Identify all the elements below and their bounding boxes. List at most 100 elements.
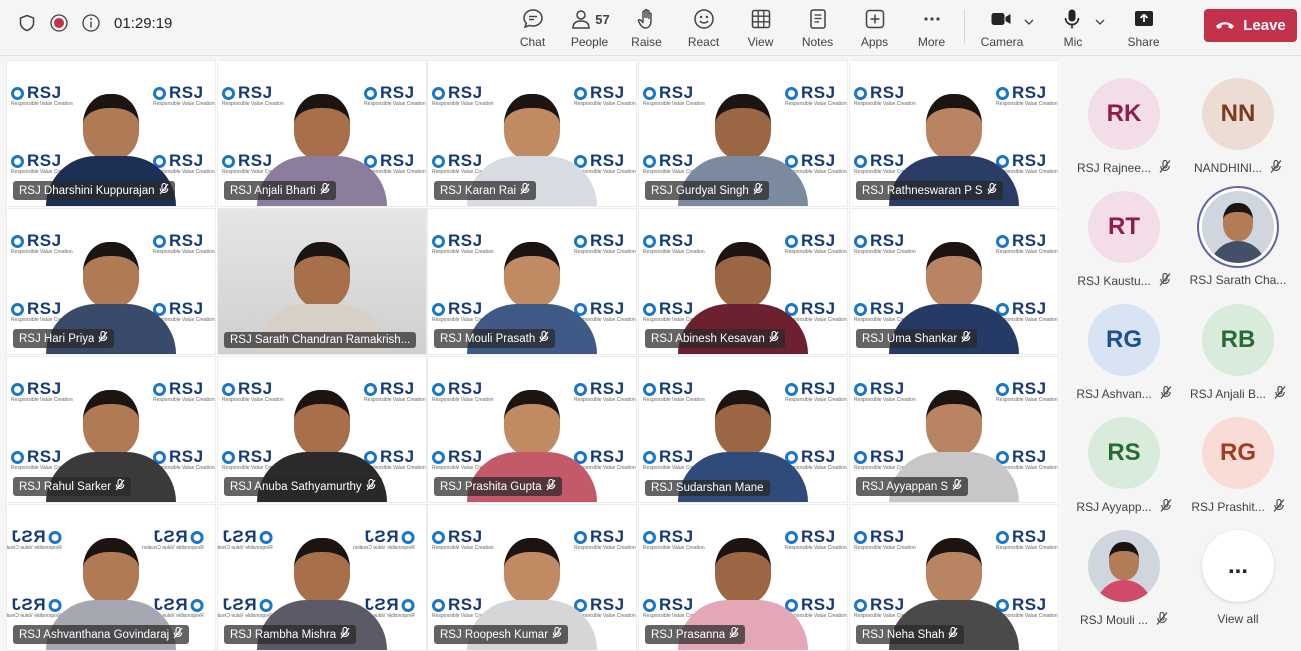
view-all-participants[interactable]: ... View all <box>1181 524 1295 636</box>
raise-label: Raise <box>631 35 662 49</box>
participant-name-label: RSJ Ayyappan S <box>856 477 969 496</box>
participant-name: RSJ Anuba Sathyamurthy <box>230 480 362 493</box>
video-tile[interactable]: RSJ Responsible Value Creation RSJ Responsi… <box>217 60 427 207</box>
react-label: React <box>687 35 720 49</box>
mic-off-icon <box>520 182 530 198</box>
video-tile[interactable]: RSJ Responsible Value Creation RSJ Responsi… <box>849 60 1059 207</box>
video-tile[interactable]: RSJ Responsible Value Creation RSJ Responsi… <box>427 60 637 207</box>
participant-name-label: RSJ Hari Priya <box>13 329 115 348</box>
mic-off-icon <box>1156 611 1168 628</box>
participant-name-label: RSJ Rathneswaran P S <box>856 181 1003 200</box>
video-tile[interactable]: RSJ Responsible Value Creation RSJ Responsi… <box>6 356 216 503</box>
mic-off-icon <box>952 478 962 494</box>
mic-off-icon <box>987 182 997 198</box>
shield-icon[interactable] <box>18 14 36 32</box>
hang-up-icon <box>1216 21 1235 29</box>
participant-tile[interactable]: RB RSJ Anjali B... <box>1181 298 1295 410</box>
video-tile[interactable]: RSJ Responsible Value Creation RSJ Responsi… <box>849 208 1059 355</box>
notes-button[interactable]: Notes <box>789 4 846 52</box>
more-label: More <box>917 35 946 49</box>
video-tile[interactable]: RSJ Responsible Value Creation RSJ Responsi… <box>427 504 637 651</box>
camera-label: Camera <box>980 35 1024 49</box>
participant-label: RSJ Anjali B... <box>1190 385 1286 402</box>
participant-tile[interactable]: RT RSJ Kaustu... <box>1067 185 1181 297</box>
chat-label: Chat <box>519 35 546 49</box>
mic-off-icon <box>961 330 971 346</box>
participant-name-label: RSJ Prashita Gupta <box>434 477 562 496</box>
video-tile[interactable]: RSJ Responsible Value Creation RSJ Responsi… <box>217 356 427 503</box>
video-tile[interactable]: RSJ Responsible Value Creation RSJ Responsi… <box>6 504 216 651</box>
participant-name: RSJ Ayyapp... <box>1076 500 1152 514</box>
video-tile[interactable]: RSJ Responsible Value Creation RSJ Responsi… <box>6 60 216 207</box>
video-tile[interactable]: RSJ Responsible Value Creation RSJ Responsi… <box>6 208 216 355</box>
leave-label: Leave <box>1243 17 1286 34</box>
participant-tile[interactable]: RG RSJ Prashit... <box>1181 411 1295 523</box>
apps-button[interactable]: Apps <box>846 4 903 52</box>
participant-name-label: RSJ Sarath Chandran Ramakrish... <box>224 332 417 348</box>
chat-button[interactable]: Chat <box>504 4 561 52</box>
participant-name: View all <box>1217 612 1259 626</box>
camera-button[interactable]: Camera <box>973 4 1051 52</box>
recording-icon[interactable] <box>50 14 68 32</box>
participant-label: RSJ Mouli ... <box>1080 611 1168 628</box>
meeting-toolbar: 01:29:19 Chat 57 People Raise React View <box>0 0 1301 56</box>
participant-name: RSJ Ashvan... <box>1076 387 1152 401</box>
video-tile[interactable]: RSJ Sarath Chandran Ramakrish... <box>217 208 427 355</box>
people-button[interactable]: 57 People <box>561 4 618 52</box>
chevron-down-icon[interactable] <box>1023 16 1035 28</box>
participant-tile[interactable]: RSJ Sarath Cha... <box>1181 185 1295 297</box>
participant-name: RSJ Sarath Cha... <box>1189 273 1287 287</box>
video-tile[interactable]: RSJ Responsible Value Creation RSJ Responsi… <box>217 504 427 651</box>
view-button[interactable]: View <box>732 4 789 52</box>
more-button[interactable]: More <box>903 4 960 52</box>
participant-tile[interactable]: RG RSJ Ashvan... <box>1067 298 1181 410</box>
participant-name: RSJ Anjali Bharti <box>230 184 316 197</box>
video-tile[interactable]: RSJ Responsible Value Creation RSJ Responsi… <box>638 208 848 355</box>
participant-name: RSJ Rahul Sarker <box>19 480 112 493</box>
mic-off-icon <box>98 330 108 346</box>
share-screen-icon <box>1134 11 1153 26</box>
mic-off-icon <box>1159 272 1171 289</box>
mic-off-icon <box>546 478 556 494</box>
participant-name-label: RSJ Karan Rai <box>434 181 537 200</box>
react-button[interactable]: React <box>675 4 732 52</box>
participant-name: RSJ Prasanna <box>651 628 726 641</box>
participant-name-label: RSJ Uma Shankar <box>856 329 978 348</box>
notes-icon <box>809 9 826 29</box>
avatar: RG <box>1088 304 1160 376</box>
participant-name-label: RSJ Prasanna <box>645 625 746 644</box>
mic-off-icon <box>115 478 125 494</box>
participant-name-label: RSJ Roopesh Kumar <box>434 625 569 644</box>
participant-tile[interactable]: RS RSJ Ayyapp... <box>1067 411 1181 523</box>
video-tile[interactable]: RSJ Responsible Value Creation RSJ Responsi… <box>638 60 848 207</box>
participant-tile[interactable]: RSJ Mouli ... <box>1067 524 1181 636</box>
apps-label: Apps <box>860 35 889 49</box>
share-button[interactable]: Share <box>1115 4 1172 52</box>
participant-tile[interactable]: NN NANDHINI... <box>1181 72 1295 184</box>
raise-hand-button[interactable]: Raise <box>618 4 675 52</box>
participant-name: RSJ Hari Priya <box>19 332 95 345</box>
meeting-timer: 01:29:19 <box>114 14 173 32</box>
video-tile[interactable]: RSJ Responsible Value Creation RSJ Responsi… <box>427 208 637 355</box>
video-tile[interactable]: RSJ Responsible Value Creation RSJ Responsi… <box>638 504 848 651</box>
share-label: Share <box>1127 35 1160 49</box>
more-icon <box>923 17 940 21</box>
participant-name-label: RSJ Dharshini Kuppurajan <box>13 181 175 200</box>
more-icon: ... <box>1202 530 1274 602</box>
video-tile[interactable]: RSJ Responsible Value Creation RSJ Responsi… <box>427 356 637 503</box>
leave-button[interactable]: Leave <box>1204 9 1297 42</box>
mic-off-icon <box>552 626 562 642</box>
participant-name-label: RSJ Mouli Prasath <box>434 329 556 348</box>
mic-off-icon <box>320 182 330 198</box>
chevron-down-icon[interactable] <box>1094 16 1106 28</box>
participant-name: RSJ Uma Shankar <box>862 332 958 345</box>
participant-label: RSJ Rajnee... <box>1077 159 1171 176</box>
microphone-icon <box>1064 9 1080 29</box>
video-tile[interactable]: RSJ Responsible Value Creation RSJ Responsi… <box>849 356 1059 503</box>
mic-button[interactable]: Mic <box>1051 4 1115 52</box>
meeting-status: 01:29:19 <box>18 14 172 32</box>
info-icon[interactable] <box>82 14 100 32</box>
video-tile[interactable]: RSJ Responsible Value Creation RSJ Responsi… <box>849 504 1059 651</box>
video-tile[interactable]: RSJ Responsible Value Creation RSJ Responsi… <box>638 356 848 503</box>
participant-tile[interactable]: RK RSJ Rajnee... <box>1067 72 1181 184</box>
